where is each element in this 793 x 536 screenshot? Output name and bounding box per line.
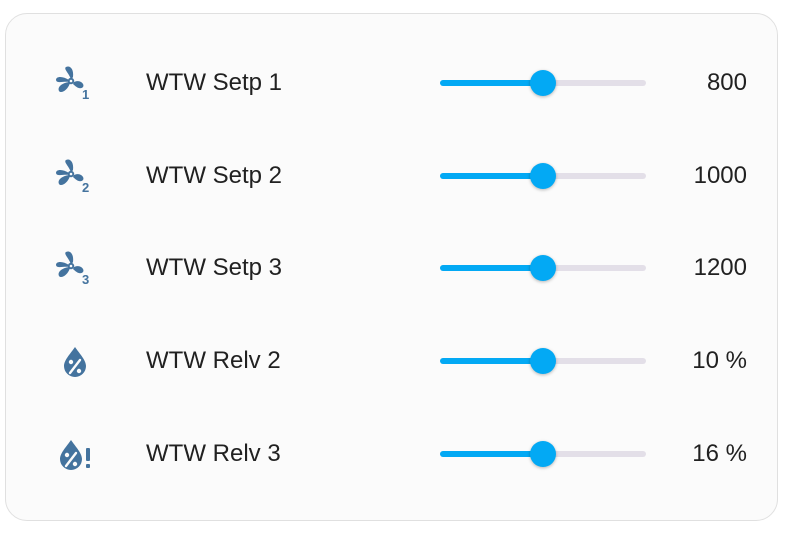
entities-card: 1 WTW Setp 1 800 2 WTW Setp 2 1000 3 WTW… [5,13,778,521]
entity-name: WTW Relv 3 [146,440,281,467]
slider-fill [440,358,543,364]
slider-thumb[interactable] [530,70,556,96]
entity-slider[interactable] [440,161,646,191]
entity-name: WTW Setp 1 [146,69,283,96]
slider-fill [440,265,543,271]
slider-thumb[interactable] [530,441,556,467]
entity-row: 3 WTW Setp 3 1200 [6,238,777,298]
entity-row: 2 WTW Setp 2 1000 [6,146,777,206]
entity-row: 1 WTW Setp 1 800 [6,53,777,113]
entity-slider[interactable] [440,346,646,376]
entity-value: 10 % [692,347,747,374]
entity-value: 1000 [693,162,747,189]
entity-name: WTW Setp 3 [146,254,283,281]
entity-row: WTW Relv 2 10 % [6,331,777,391]
entity-value: 800 [706,69,747,96]
entity-value: 1200 [693,254,747,281]
fan-speed-2-icon: 2 [53,158,97,194]
entity-slider[interactable] [440,253,646,283]
fan-speed-3-icon: 3 [53,250,97,286]
entity-name: WTW Setp 2 [146,162,283,189]
slider-thumb[interactable] [530,163,556,189]
slider-thumb[interactable] [530,255,556,281]
slider-thumb[interactable] [530,348,556,374]
slider-fill [440,80,543,86]
entity-slider[interactable] [440,439,646,469]
entity-value: 16 % [692,440,747,467]
entity-slider[interactable] [440,68,646,98]
slider-fill [440,451,543,457]
fan-speed-digit: 3 [82,272,89,286]
entity-row: WTW Relv 3 16 % [6,424,777,484]
water-percent-icon [53,343,97,379]
fan-speed-digit: 2 [82,180,89,194]
entity-name: WTW Relv 2 [146,347,281,374]
slider-fill [440,173,543,179]
fan-speed-digit: 1 [82,87,89,101]
fan-speed-1-icon: 1 [53,65,97,101]
water-percent-alert-icon [53,436,97,472]
